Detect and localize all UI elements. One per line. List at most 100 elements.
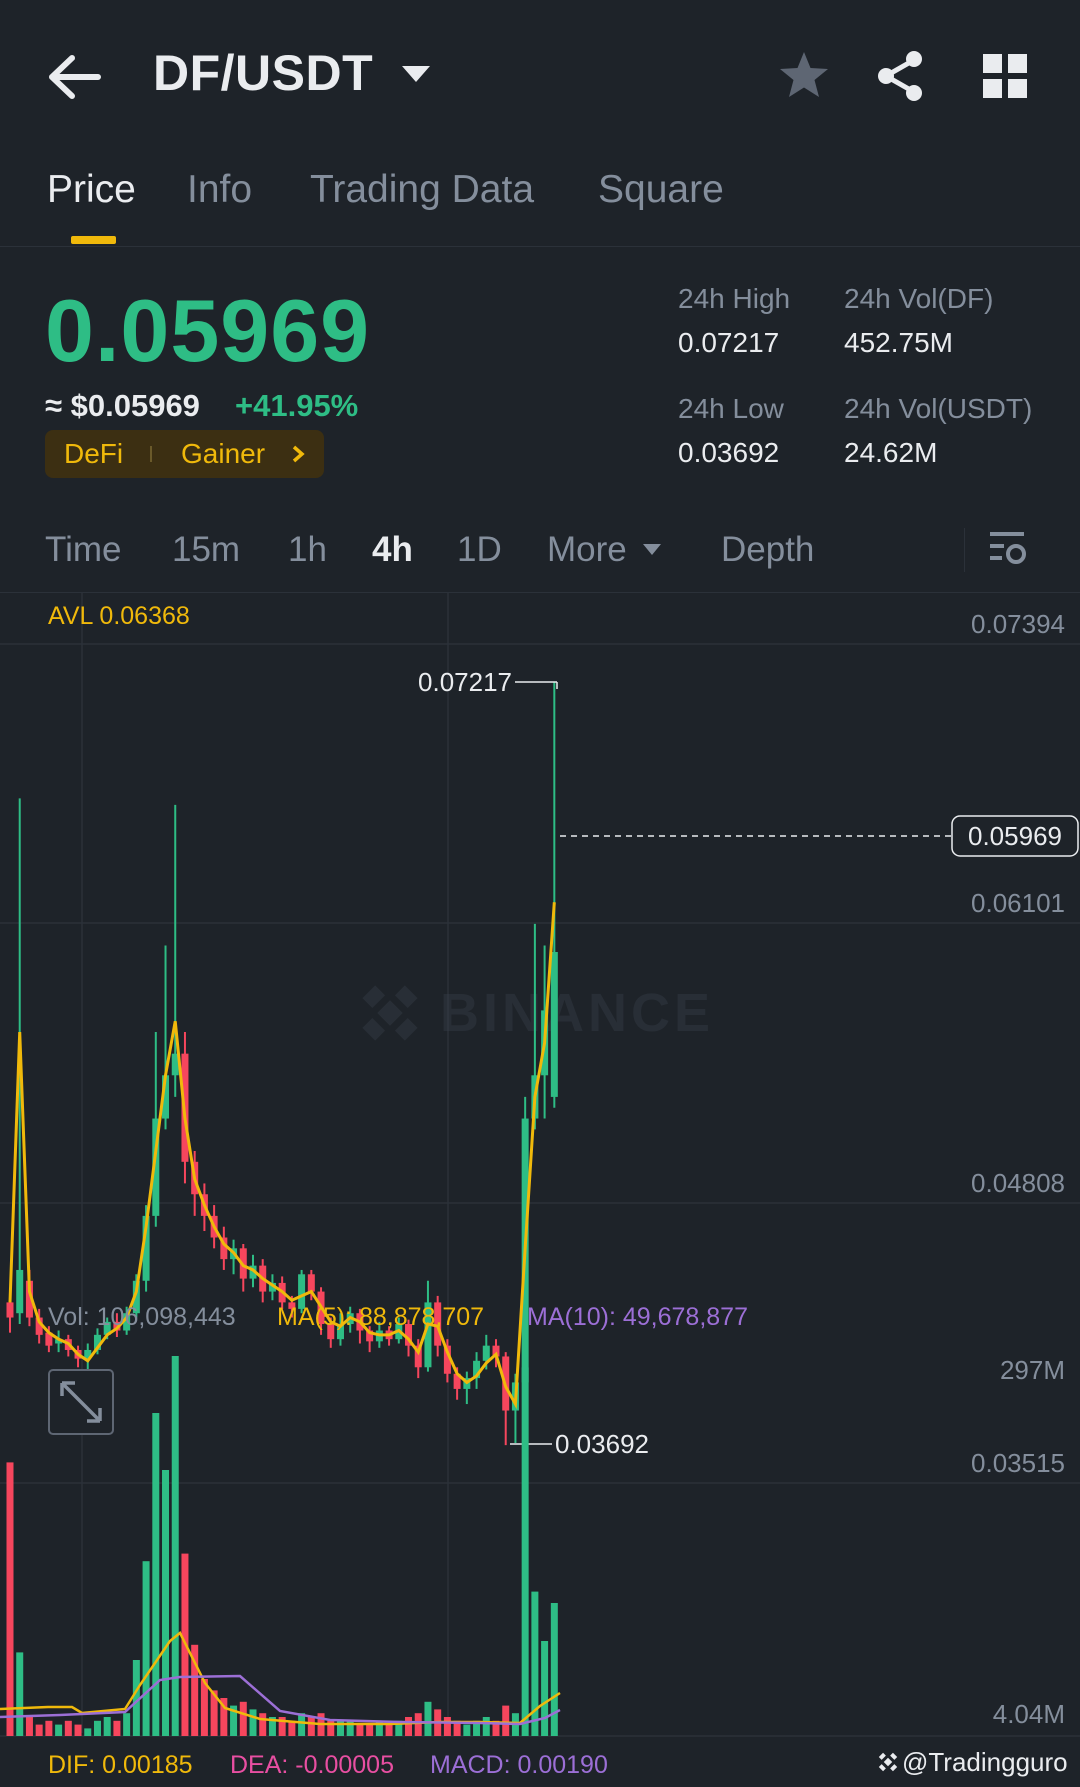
top-bar: DF/USDT [0, 0, 1080, 150]
tag-defi: DeFi [64, 438, 124, 469]
y-tick-2: 0.06101 [971, 888, 1065, 918]
avl-label: AVL 0.06368 [48, 602, 190, 630]
interval-depth[interactable]: Depth [721, 530, 814, 570]
pair-title[interactable]: DF/USDT [153, 44, 373, 102]
tag-divider [150, 446, 152, 462]
interval-1d[interactable]: 1D [457, 530, 502, 570]
volume-label: Vol: 106,098,443 [48, 1303, 236, 1331]
volume-bar [103, 1717, 111, 1736]
volume-bar [113, 1720, 121, 1736]
candle-body [6, 1302, 14, 1318]
volume-bar [424, 1701, 432, 1736]
pair-dropdown-caret-icon[interactable] [402, 66, 430, 82]
volume-bar [259, 1713, 267, 1736]
volume-bar [25, 1717, 33, 1736]
grid-menu-icon[interactable] [977, 48, 1033, 104]
last-price: 0.05969 [45, 281, 371, 380]
volume-bar [16, 1652, 24, 1736]
volume-bar [249, 1709, 257, 1736]
stat-high-label: 24h High [678, 283, 791, 314]
chevron-right-icon [292, 445, 305, 463]
stat-high-value: 0.07217 [678, 327, 780, 358]
interval-divider [964, 528, 965, 572]
stat-low-label: 24h Low [678, 393, 784, 424]
more-caret-icon[interactable] [643, 544, 661, 555]
price-chart[interactable]: AVL 0.06368 0.07394 0.06101 0.04808 0.03… [0, 593, 1080, 1787]
volume-bar [74, 1724, 82, 1736]
candle-body [16, 1269, 24, 1314]
volume-bar [142, 1561, 150, 1736]
candle-body [307, 1274, 315, 1292]
chart-settings-icon[interactable] [988, 528, 1028, 568]
volume-bar [93, 1720, 101, 1736]
interval-more[interactable]: More [547, 530, 627, 570]
macd-dif-label: DIF: 0.00185 [48, 1751, 193, 1779]
stat-vol-df-value: 452.75M [844, 327, 953, 358]
volume-bar [45, 1720, 53, 1736]
stat-vol-usdt-value: 24.62M [844, 437, 938, 468]
interval-15m[interactable]: 15m [172, 530, 240, 570]
watermark-text: BINANCE [440, 983, 714, 1043]
volume-bar [521, 1367, 529, 1736]
volume-bar [239, 1701, 247, 1736]
volume-ma10-line [0, 1674, 561, 1726]
current-price-tag-label: 0.05969 [968, 821, 1062, 851]
volume-bar [64, 1720, 72, 1736]
chart-grid [0, 593, 1080, 1737]
macd-dea-label: DEA: -0.00005 [230, 1751, 394, 1779]
credit-watermark: @Tradingguro [878, 1747, 1068, 1777]
volume-bar [443, 1717, 451, 1736]
stat-vol-usdt-label: 24h Vol(USDT) [844, 393, 1033, 424]
fullscreen-button[interactable] [48, 1369, 114, 1435]
volume-bar [162, 1470, 170, 1736]
stat-vol-df-label: 24h Vol(DF) [844, 283, 994, 314]
high-marker-label: 0.07217 [418, 667, 512, 697]
low-marker-label: 0.03692 [555, 1429, 649, 1459]
usd-price: ≈ $0.05969 [45, 388, 200, 423]
credit-text: @Tradingguro [902, 1747, 1068, 1777]
volume-bar [502, 1705, 510, 1736]
volume-bar [84, 1728, 92, 1736]
tab-info[interactable]: Info [187, 168, 252, 212]
interval-1h[interactable]: 1h [288, 530, 327, 570]
volume-ma5-label: MA(5): 88,878,707 [277, 1303, 484, 1331]
star-icon[interactable] [776, 48, 832, 104]
volume-bar [35, 1724, 43, 1736]
interval-bar: Time 15m 1h 4h 1D More Depth [0, 522, 1080, 593]
interval-time[interactable]: Time [45, 530, 121, 570]
interval-4h[interactable]: 4h [372, 530, 413, 570]
volume-bar [482, 1717, 490, 1736]
section-tabs: Price Info Trading Data Square [0, 160, 1080, 247]
volume-bar [531, 1591, 539, 1736]
volume-bar [385, 1724, 393, 1736]
y-tick-3: 0.04808 [971, 1168, 1065, 1198]
price-change-percent: +41.95% [235, 388, 359, 423]
volume-bar [541, 1641, 549, 1736]
tab-price[interactable]: Price [47, 168, 136, 212]
volume-bar [307, 1717, 315, 1736]
stat-low-value: 0.03692 [678, 437, 780, 468]
tag-chip[interactable]: DeFi Gainer [45, 430, 324, 478]
volume-bar [55, 1724, 63, 1736]
macd-value-label: MACD: 0.00190 [430, 1751, 608, 1779]
binance-small-logo-icon [878, 1752, 898, 1772]
volume-tick-1: 297M [1000, 1355, 1065, 1385]
volume-bar [550, 1603, 558, 1736]
tab-square[interactable]: Square [598, 168, 724, 212]
tab-trading-data[interactable]: Trading Data [310, 168, 534, 212]
volume-tick-2: 4.04M [993, 1699, 1065, 1729]
volume-bar [123, 1713, 131, 1736]
tag-gainer: Gainer [181, 438, 266, 469]
volume-bar [356, 1724, 364, 1736]
back-arrow-icon[interactable] [48, 52, 102, 102]
share-icon[interactable] [872, 48, 928, 104]
volume-bar [366, 1724, 374, 1736]
volume-bar [463, 1724, 471, 1736]
y-tick-4: 0.03515 [971, 1448, 1065, 1478]
binance-logo-icon [362, 985, 418, 1041]
volume-bar [405, 1717, 413, 1736]
active-tab-indicator [71, 236, 116, 244]
volume-bar [6, 1462, 14, 1736]
volume-bar [200, 1679, 208, 1736]
volume-ma10-label: MA(10): 49,678,877 [527, 1303, 748, 1331]
